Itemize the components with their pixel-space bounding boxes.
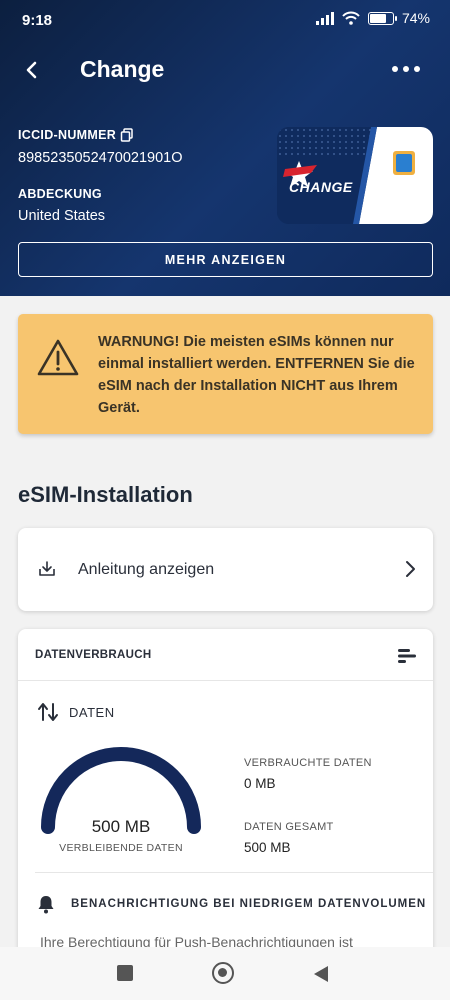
more-options-button[interactable]: [392, 62, 422, 76]
data-label: DATEN: [69, 705, 115, 720]
signal-icon: [315, 11, 334, 25]
copy-icon[interactable]: [120, 128, 134, 142]
download-icon: [39, 561, 55, 576]
coverage-label: ABDECKUNG: [18, 187, 102, 201]
battery-icon: [367, 11, 397, 25]
recent-apps-button[interactable]: [117, 965, 133, 981]
used-data-value: 0 MB: [244, 776, 276, 791]
iccid-value: 8985235052470021901O: [18, 150, 183, 166]
bell-icon: [38, 896, 54, 914]
total-data-label: DATEN GESAMT: [244, 821, 334, 833]
low-data-notification-title: BENACHRICHTIGUNG BEI NIEDRIGEM DATENVOLU…: [71, 898, 427, 910]
installation-title: eSIM-Installation: [18, 482, 193, 507]
nav-back-icon[interactable]: [313, 965, 329, 983]
coverage-value: United States: [18, 208, 106, 224]
divider: [18, 680, 433, 681]
card-brand: CHANGE: [289, 179, 353, 195]
usage-title: DATENVERBRAUCH: [35, 649, 152, 661]
total-data-value: 500 MB: [244, 840, 291, 855]
show-more-button[interactable]: MEHR ANZEIGEN: [18, 242, 433, 277]
warning-triangle-icon: [37, 339, 79, 376]
esim-header: 9:18 74% Change ICCID-NUMMER 89852350524…: [0, 0, 450, 296]
page-title: Change: [80, 56, 165, 82]
divider: [35, 872, 433, 873]
guide-label: Anleitung anzeigen: [78, 561, 215, 578]
wifi-icon: [342, 11, 360, 25]
gauge-value: 500 MB: [91, 817, 151, 836]
home-button[interactable]: [212, 962, 234, 984]
used-data-label: VERBRAUCHTE DATEN: [244, 757, 372, 769]
chevron-left-icon: [26, 61, 37, 79]
battery-percent: 74%: [401, 10, 430, 26]
arrows-up-down-icon: [38, 703, 58, 721]
data-usage-card: DATENVERBRAUCH DATEN 500 MB VERBLEIBENDE…: [18, 629, 433, 959]
status-time: 9:18: [22, 12, 53, 29]
bars-menu-icon[interactable]: [397, 647, 417, 665]
system-nav-bar: [0, 947, 450, 1000]
more-dots-icon: [392, 66, 398, 72]
show-guide-button[interactable]: Anleitung anzeigen: [18, 528, 433, 611]
gauge-caption: VERBLEIBENDE DATEN: [59, 842, 183, 854]
esim-card-image: CHANGE: [277, 127, 433, 224]
status-icons: 74%: [315, 10, 430, 26]
status-bar: 9:18 74%: [0, 0, 450, 40]
warning-banner: WARNUNG! Die meisten eSIMs können nur ei…: [18, 314, 433, 434]
iccid-label: ICCID-NUMMER: [18, 128, 134, 142]
chevron-right-icon: [406, 561, 415, 577]
back-button[interactable]: [18, 54, 46, 86]
warning-text: WARNUNG! Die meisten eSIMs können nur ei…: [98, 334, 415, 416]
